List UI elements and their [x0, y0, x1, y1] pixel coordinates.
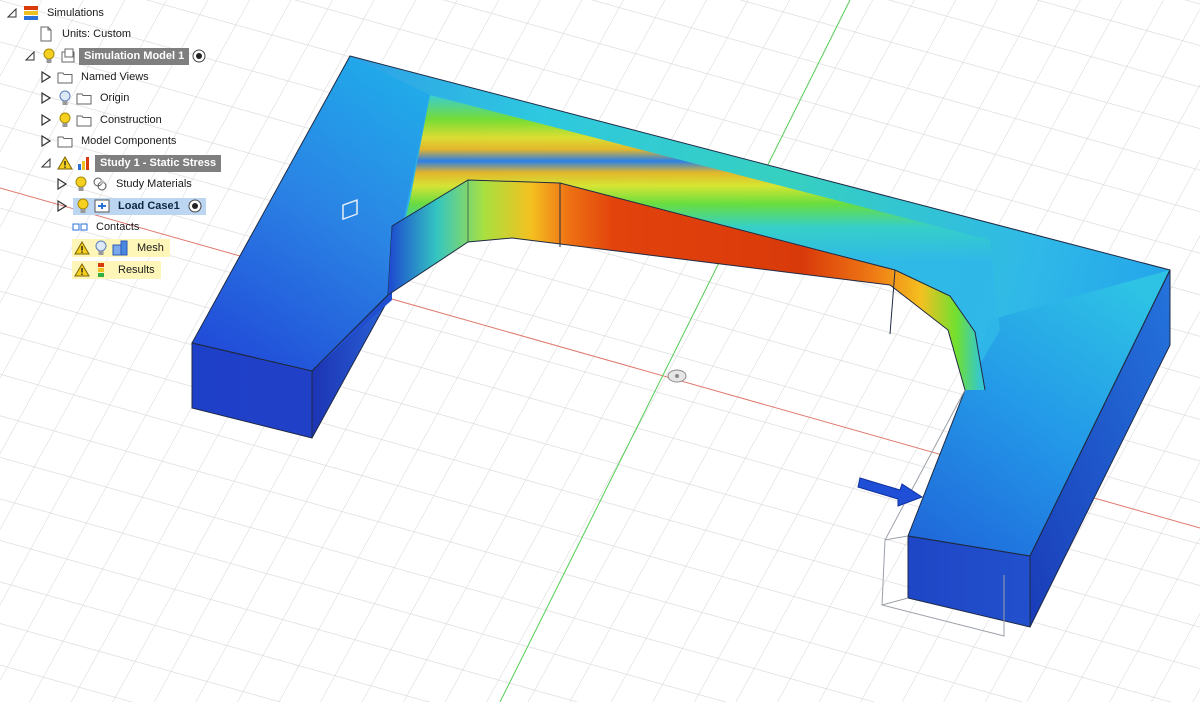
tree-node-simulations[interactable]: Simulations: [4, 3, 109, 23]
tree-node-results[interactable]: Results: [72, 260, 161, 280]
tree-label-units: Units: Custom: [62, 27, 132, 40]
tree-label-origin: Origin: [100, 91, 130, 104]
warning-icon: [57, 155, 73, 171]
load-case-selection[interactable]: Load Case1: [73, 197, 206, 215]
tree-label-study-materials: Study Materials: [116, 177, 192, 190]
mesh-warning-highlight: Mesh: [72, 239, 170, 257]
radio-active-icon[interactable]: [188, 199, 202, 213]
simulations-icon: [23, 5, 39, 21]
folder-icon: [57, 69, 73, 85]
lightbulb-off-icon[interactable]: [93, 240, 109, 256]
tree-node-study[interactable]: Study 1 - Static Stress: [38, 153, 222, 173]
tree-node-model-components[interactable]: Model Components: [38, 131, 181, 151]
tree-label-named-views: Named Views: [81, 70, 149, 83]
expand-triangle-icon[interactable]: [38, 90, 54, 106]
tree-label-results: Results: [118, 263, 155, 276]
expand-triangle-icon[interactable]: [38, 133, 54, 149]
tree-label-simulation-model: Simulation Model 1: [79, 47, 190, 65]
tree-label-load-case: Load Case1: [118, 199, 180, 212]
tree-node-simulation-model[interactable]: Simulation Model 1: [22, 46, 206, 66]
component-icon: [60, 48, 76, 64]
tree-node-contacts[interactable]: Contacts: [72, 217, 144, 237]
materials-icon: [92, 176, 108, 192]
study-icon: [76, 155, 92, 171]
mesh-icon: [112, 240, 128, 256]
collapse-triangle-icon[interactable]: [38, 155, 54, 171]
contacts-icon: [72, 219, 88, 235]
folder-icon: [57, 133, 73, 149]
folder-icon: [76, 90, 92, 106]
tree-node-mesh[interactable]: Mesh: [72, 238, 170, 258]
tree-label-construction: Construction: [100, 113, 162, 126]
tree-label-study: Study 1 - Static Stress: [95, 154, 222, 172]
results-warning-highlight: Results: [72, 261, 161, 279]
document-icon: [38, 26, 54, 42]
collapse-triangle-icon[interactable]: [4, 5, 20, 21]
browser-tree: Simulations Units: Custom Simulation Mod…: [0, 0, 260, 290]
expand-triangle-icon[interactable]: [38, 112, 54, 128]
tree-node-origin[interactable]: Origin: [38, 88, 134, 108]
lightbulb-on-icon[interactable]: [57, 112, 73, 128]
warning-icon: [74, 262, 90, 278]
lightbulb-on-icon[interactable]: [41, 48, 57, 64]
origin-marker-icon[interactable]: [667, 369, 687, 383]
tree-node-load-case[interactable]: Load Case1: [54, 196, 206, 216]
lightbulb-on-icon[interactable]: [75, 198, 91, 214]
collapse-triangle-icon[interactable]: [22, 48, 38, 64]
tree-label-model-components: Model Components: [81, 134, 177, 147]
lightbulb-off-icon[interactable]: [57, 90, 73, 106]
results-icon: [93, 262, 109, 278]
expand-triangle-icon[interactable]: [38, 69, 54, 85]
tree-label-simulations: Simulations: [47, 6, 104, 19]
tree-node-study-materials[interactable]: Study Materials: [54, 174, 197, 194]
expand-triangle-icon[interactable]: [54, 198, 70, 214]
tree-label-mesh: Mesh: [137, 241, 164, 254]
folder-icon: [76, 112, 92, 128]
radio-active-icon[interactable]: [192, 49, 206, 63]
warning-icon: [74, 240, 90, 256]
tree-node-named-views[interactable]: Named Views: [38, 67, 154, 87]
load-case-icon: [94, 198, 110, 214]
lightbulb-on-icon[interactable]: [73, 176, 89, 192]
tree-node-units[interactable]: Units: Custom: [38, 24, 136, 44]
tree-label-contacts: Contacts: [96, 220, 140, 233]
tree-node-construction[interactable]: Construction: [38, 110, 167, 130]
expand-triangle-icon[interactable]: [54, 176, 70, 192]
